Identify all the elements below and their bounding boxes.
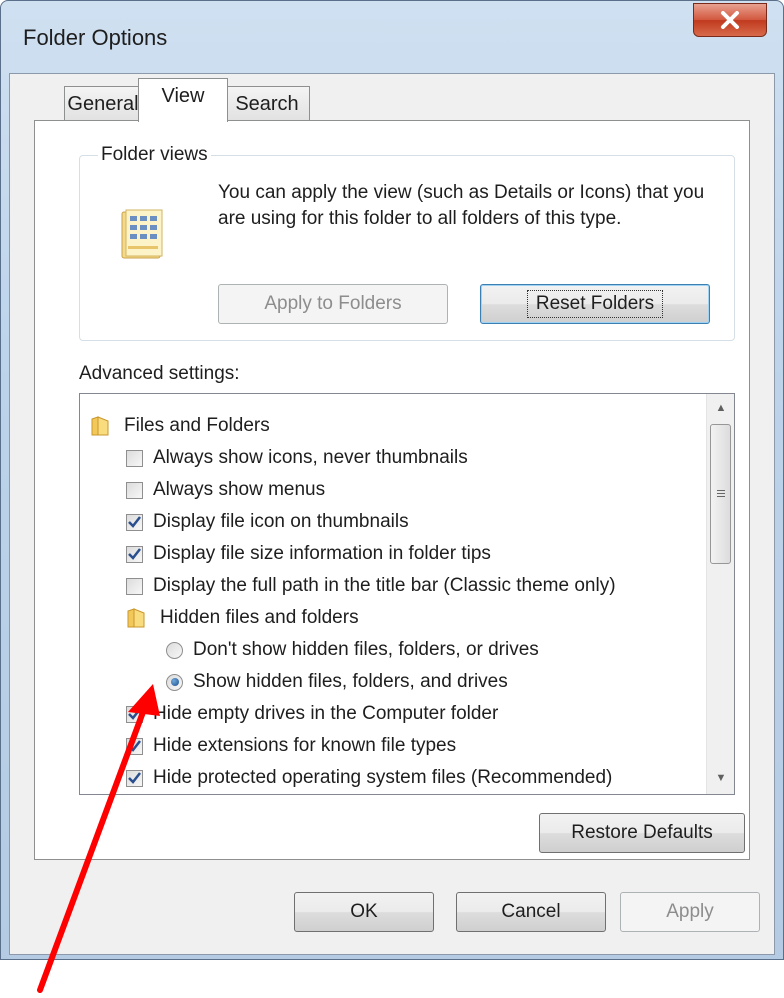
tree-scrollbar[interactable]: ▲ ▼ (706, 394, 734, 794)
checkbox-checked[interactable] (126, 769, 143, 787)
checkmark-icon (128, 708, 141, 720)
grip-icon (716, 489, 725, 499)
view-tab-panel: Folder views You can apply the view (suc… (34, 120, 750, 860)
scroll-up-arrow-icon[interactable]: ▲ (707, 394, 734, 422)
tree-item-label: Display file size information in folder … (153, 543, 491, 564)
folder-icon (127, 608, 145, 628)
cancel-button[interactable]: Cancel (456, 892, 606, 932)
dialog-body: General View Search Folder views You can… (9, 73, 775, 955)
tree-item-label: Display the full path in the title bar (… (153, 575, 616, 596)
tab-general[interactable]: General (64, 86, 142, 122)
tree-checkbox-row[interactable]: Hide extensions for known file types (126, 730, 456, 762)
checkmark-icon (128, 740, 141, 752)
ok-label: OK (350, 901, 378, 922)
folder-views-group: Folder views You can apply the view (suc… (79, 144, 735, 341)
tree-item-label: Display file icon on thumbnails (153, 511, 409, 532)
cancel-label: Cancel (501, 901, 561, 922)
advanced-settings-label: Advanced settings: (79, 363, 240, 384)
checkbox-checked[interactable] (126, 705, 143, 723)
tab-view-label: View (161, 85, 205, 107)
tree-item-label: Hide extensions for known file types (153, 735, 457, 756)
tree-checkbox-row[interactable]: Display file size information in folder … (126, 538, 491, 570)
tree-item-label: Always show menus (153, 479, 326, 500)
tree-item-label: Hide protected operating system files (R… (153, 767, 613, 788)
reset-folders-button[interactable]: Reset Folders (480, 284, 710, 324)
folder-icon (91, 416, 109, 436)
reset-folders-label: Reset Folders (526, 290, 664, 318)
folder-views-description: You can apply the view (such as Details … (218, 182, 705, 229)
tree-item-label: Show hidden files, folders, and drives (193, 671, 508, 692)
restore-defaults-button[interactable]: Restore Defaults (539, 813, 745, 853)
radio-unselected[interactable] (166, 641, 183, 659)
title-bar[interactable]: Folder Options (1, 1, 783, 71)
tree-item-label: Don't show hidden files, folders, or dri… (193, 639, 539, 660)
scroll-thumb[interactable] (710, 424, 731, 564)
ok-button[interactable]: OK (294, 892, 434, 932)
tree-checkbox-row[interactable]: Display the full path in the title bar (… (126, 570, 616, 602)
checkmark-icon (128, 548, 141, 560)
tree-folder-files-and-folders: Files and Folders (90, 410, 270, 442)
checkmark-icon (128, 516, 141, 528)
tree-checkbox-row[interactable]: Display file icon on thumbnails (126, 506, 409, 538)
tab-view[interactable]: View (138, 78, 228, 122)
checkbox-checked[interactable] (126, 513, 143, 531)
checkbox-checked[interactable] (126, 737, 143, 755)
folder-view-icon (118, 208, 170, 271)
close-icon (721, 11, 739, 29)
radio-selected[interactable] (166, 673, 183, 691)
restore-defaults-label: Restore Defaults (571, 822, 713, 843)
tree-checkbox-row[interactable]: Hide protected operating system files (R… (126, 762, 612, 794)
window-title: Folder Options (23, 25, 168, 50)
folder-views-legend: Folder views (98, 144, 211, 166)
tree-item-label: Hidden files and folders (160, 607, 359, 628)
tab-general-label: General (67, 93, 139, 115)
tab-search[interactable]: Search (224, 86, 310, 122)
checkbox-checked[interactable] (126, 545, 143, 563)
tree-radio-row[interactable]: Show hidden files, folders, and drives (166, 666, 508, 698)
apply-to-folders-label: Apply to Folders (264, 293, 402, 314)
apply-to-folders-button[interactable]: Apply to Folders (218, 284, 448, 324)
tab-search-label: Search (235, 93, 299, 115)
apply-button[interactable]: Apply (620, 892, 760, 932)
radio-dot-icon (170, 678, 179, 686)
tree-folder-hidden-files: Hidden files and folders (126, 602, 359, 634)
apply-label: Apply (666, 901, 714, 922)
scroll-down-arrow-icon[interactable]: ▼ (707, 764, 734, 792)
tree-checkbox-row[interactable]: Hide empty drives in the Computer folder (126, 698, 498, 730)
advanced-settings-tree[interactable]: Files and Folders Always show icons, nev… (79, 393, 735, 795)
tree-item-label: Files and Folders (124, 415, 270, 436)
tree-checkbox-row[interactable]: Always show menus (126, 474, 325, 506)
close-button[interactable] (693, 3, 767, 37)
tree-radio-row[interactable]: Don't show hidden files, folders, or dri… (166, 634, 539, 666)
tree-item-label: Always show icons, never thumbnails (153, 447, 468, 468)
checkmark-icon (128, 772, 141, 784)
folder-options-window: Folder Options General View Search Folde… (0, 0, 784, 960)
checkbox-unchecked[interactable] (126, 481, 143, 499)
tree-checkbox-row[interactable]: Always show icons, never thumbnails (126, 442, 468, 474)
checkbox-unchecked[interactable] (126, 449, 143, 467)
checkbox-unchecked[interactable] (126, 577, 143, 595)
tree-item-label: Hide empty drives in the Computer folder (153, 703, 499, 724)
